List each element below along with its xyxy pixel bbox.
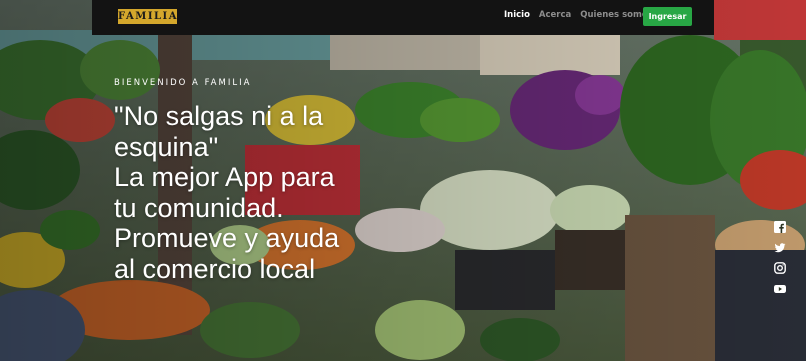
- instagram-link[interactable]: [773, 262, 787, 276]
- hero-title-line: al comercio local: [114, 253, 316, 284]
- ingresar-button[interactable]: Ingresar: [643, 7, 692, 26]
- hero-title-line: Promueve y ayuda: [114, 223, 340, 253]
- nav-link-acerca[interactable]: Acerca: [539, 10, 571, 20]
- brand-logo[interactable]: FAMILIA: [118, 9, 177, 24]
- nav-link-quienes-somos[interactable]: Quienes somos: [580, 10, 652, 20]
- nav-links: Inicio Acerca Quienes somos: [504, 10, 662, 20]
- youtube-icon: [774, 284, 786, 293]
- hero-eyebrow: BIENVENIDO A FAMILIA: [114, 78, 252, 88]
- hero-title-line: esquina": [114, 131, 219, 162]
- hero-title-line: "No salgas ni a la: [114, 101, 324, 131]
- facebook-link[interactable]: [773, 221, 787, 235]
- twitter-icon: [774, 242, 786, 252]
- hero-title-line: tu comunidad.: [114, 192, 284, 223]
- social-links: [773, 220, 787, 303]
- landing-page: FAMILIA Inicio Acerca Quienes somos Ingr…: [0, 0, 806, 361]
- twitter-link[interactable]: [773, 242, 787, 256]
- nav-link-inicio[interactable]: Inicio: [504, 10, 530, 20]
- navbar: FAMILIA Inicio Acerca Quienes somos Ingr…: [92, 0, 714, 35]
- youtube-link[interactable]: [773, 283, 787, 297]
- facebook-icon: [774, 221, 786, 233]
- hero-title: "No salgas ni a la esquina" La mejor App…: [114, 101, 414, 284]
- hero-title-line: La mejor App para: [114, 162, 335, 192]
- instagram-icon: [774, 262, 786, 274]
